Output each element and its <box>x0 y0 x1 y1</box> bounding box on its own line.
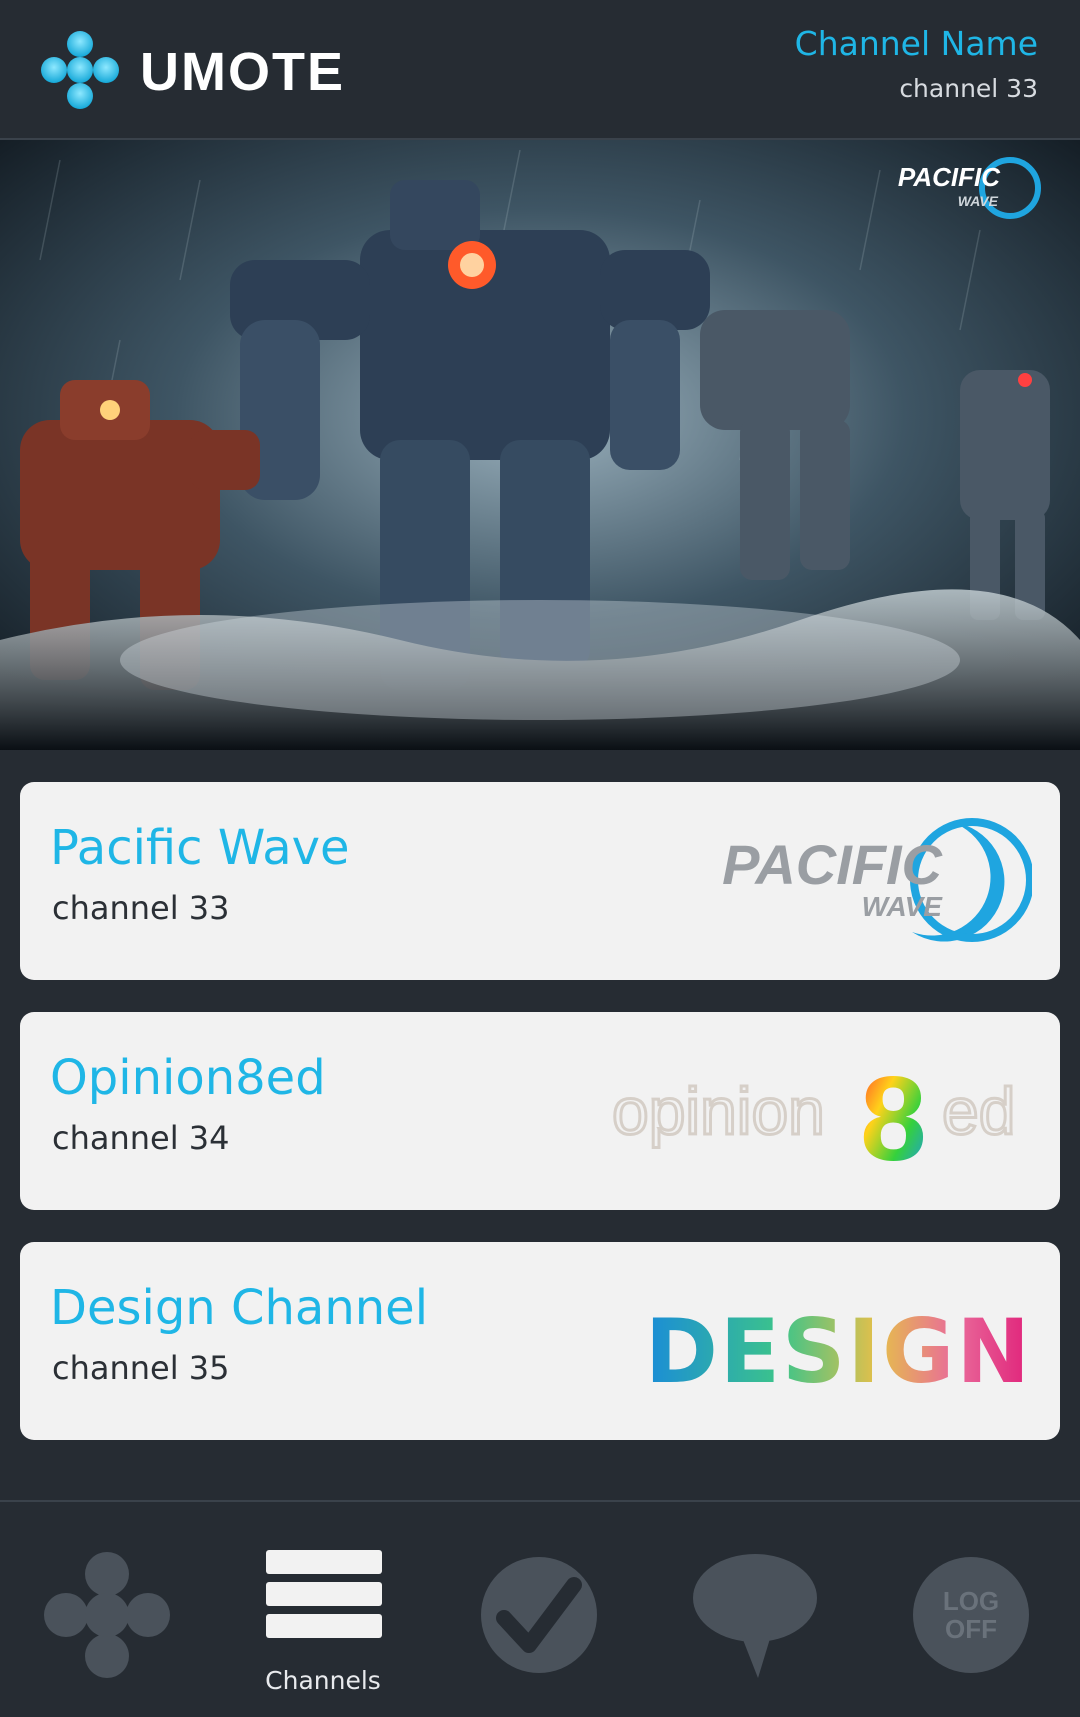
app-name: UMOTE <box>140 42 345 102</box>
nav-log-off[interactable]: LOG OFF <box>906 1550 1036 1700</box>
pacific-wave-logo: PACIFIC WAVE <box>722 818 1032 942</box>
hero-image: PACIFIC WAVE <box>0 140 1080 750</box>
svg-text:PACIFIC: PACIFIC <box>722 833 943 896</box>
svg-text:LOG: LOG <box>943 1586 999 1616</box>
channel-number: channel 35 <box>52 1349 230 1387</box>
nav-channels-label: Channels <box>265 1666 381 1695</box>
svg-text:WAVE: WAVE <box>958 193 999 209</box>
channel-number: channel 33 <box>52 889 230 927</box>
svg-text:PACIFIC: PACIFIC <box>898 162 1001 192</box>
svg-text:WAVE: WAVE <box>862 891 944 922</box>
channel-card-pacific-wave[interactable]: Pacific Wave channel 33 PACIFIC WAVE <box>20 782 1060 980</box>
nav-channels[interactable]: Channels <box>258 1550 388 1700</box>
channel-number: channel 34 <box>52 1119 230 1157</box>
hero-banner[interactable]: PACIFIC WAVE <box>0 140 1080 750</box>
checkmark-icon <box>481 1557 597 1673</box>
svg-text:DESIGN: DESIGN <box>645 1300 1032 1403</box>
svg-text:opinion: opinion <box>612 1074 825 1148</box>
nav-remote[interactable] <box>42 1550 172 1700</box>
svg-text:8: 8 <box>860 1052 927 1182</box>
app-header: UMOTE Channel Name channel 33 <box>0 0 1080 140</box>
nav-chat[interactable] <box>690 1550 820 1700</box>
nav-checkin[interactable] <box>474 1550 604 1700</box>
current-channel-title: Channel Name <box>794 24 1038 63</box>
channels-list-icon <box>266 1550 382 1638</box>
channel-name: Design Channel <box>50 1280 429 1336</box>
chat-bubble-icon <box>693 1554 817 1678</box>
umote-logo-icon <box>41 31 119 109</box>
opinion8ed-logo: opinion 8 ed <box>612 1052 1017 1182</box>
svg-text:ed: ed <box>942 1074 1015 1148</box>
channel-card-design[interactable]: Design Channel channel 35 DESIGN <box>20 1242 1060 1440</box>
channel-name: Pacific Wave <box>50 820 350 876</box>
channel-card-opinion8ed[interactable]: Opinion8ed channel 34 opinion 8 ed <box>20 1012 1060 1210</box>
bottom-nav: Channels LOG OFF <box>0 1500 1080 1717</box>
svg-text:OFF: OFF <box>945 1614 997 1644</box>
design-logo: DESIGN <box>645 1300 1032 1403</box>
current-channel-number: channel 33 <box>899 74 1038 103</box>
channel-name: Opinion8ed <box>50 1050 326 1106</box>
dpad-icon <box>44 1552 170 1678</box>
log-off-icon: LOG OFF <box>913 1557 1029 1673</box>
